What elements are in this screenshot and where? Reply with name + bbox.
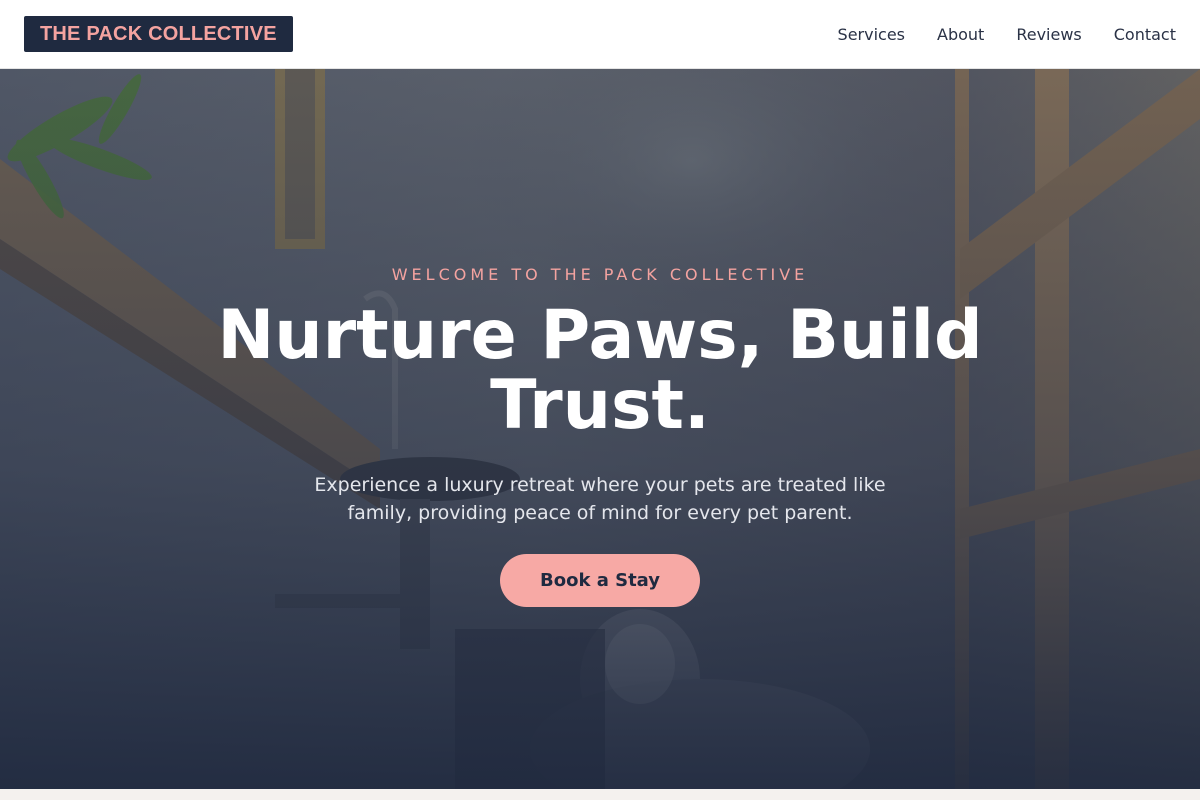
book-a-stay-button[interactable]: Book a Stay — [500, 554, 700, 607]
brand-logo[interactable]: THE PACK COLLECTIVE — [24, 16, 293, 52]
hero-subtext: Experience a luxury retreat where your p… — [314, 474, 886, 524]
next-section-edge — [0, 789, 1200, 800]
site-header: THE PACK COLLECTIVE Services About Revie… — [0, 0, 1200, 69]
hero-content: WELCOME TO THE PACK COLLECTIVE Nurture P… — [0, 69, 1200, 789]
hero-headline: Nurture Paws, Build Trust. — [217, 296, 983, 445]
nav-link-about[interactable]: About — [937, 25, 984, 44]
main-nav: Services About Reviews Contact — [838, 25, 1176, 44]
nav-link-reviews[interactable]: Reviews — [1016, 25, 1081, 44]
hero-section: WELCOME TO THE PACK COLLECTIVE Nurture P… — [0, 69, 1200, 789]
nav-link-contact[interactable]: Contact — [1114, 25, 1176, 44]
hero-eyebrow: WELCOME TO THE PACK COLLECTIVE — [391, 265, 809, 284]
nav-link-services[interactable]: Services — [838, 25, 905, 44]
